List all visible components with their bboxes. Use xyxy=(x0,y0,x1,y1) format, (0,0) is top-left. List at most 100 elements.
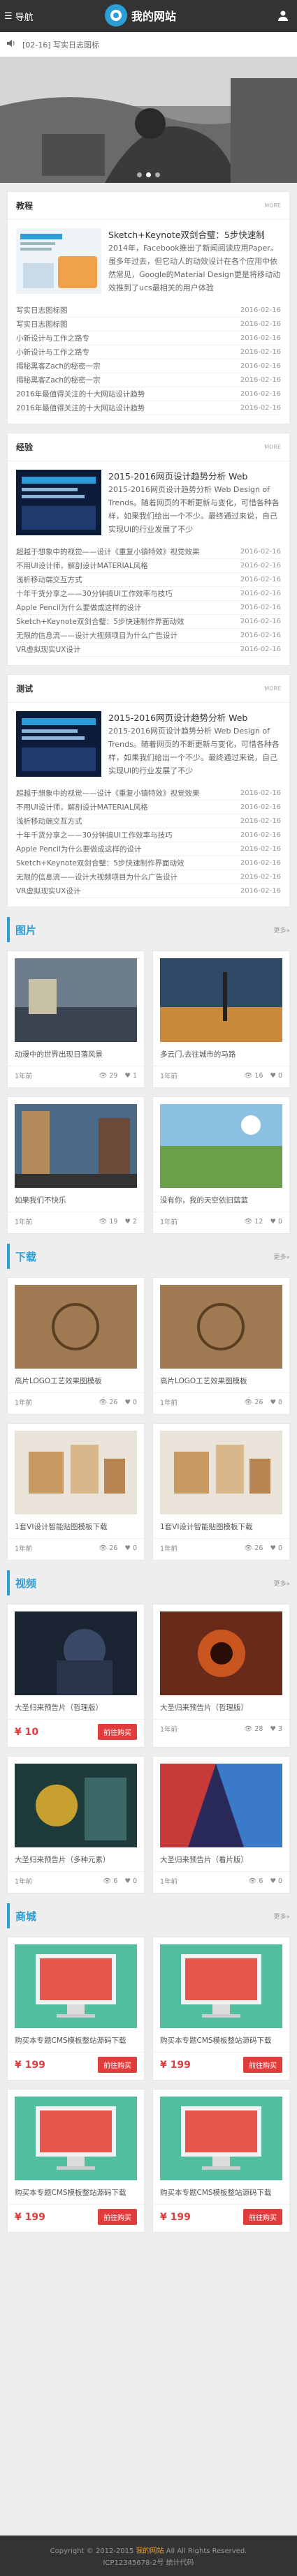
heart-icon[interactable]: ♥ 0 xyxy=(124,1399,137,1406)
product-card[interactable]: 购买本专题CMS模板整站源码下载 ¥ 199 前往购买 xyxy=(152,2089,290,2233)
card-image[interactable] xyxy=(15,2097,137,2180)
card-image[interactable] xyxy=(160,1285,282,1369)
heart-icon[interactable]: ♥ 2 xyxy=(124,1218,137,1226)
card-image[interactable] xyxy=(15,1285,137,1369)
list-item[interactable]: Apple Pencil为什么要做成这样的设计 2016-02-16 xyxy=(16,601,281,615)
featured-thumbnail[interactable] xyxy=(16,711,101,777)
card-image[interactable] xyxy=(160,1431,282,1514)
video-card[interactable]: 大圣归来预告片（哲理版） 1年前 👁 28 ♥ 3 xyxy=(152,1604,290,1748)
card-caption[interactable]: 1套VI设计智能贴图模板下载 xyxy=(8,1514,144,1538)
card-caption[interactable]: 1套VI设计智能贴图模板下载 xyxy=(153,1514,289,1538)
card-caption[interactable]: 如果我们不快乐 xyxy=(8,1188,144,1212)
list-item[interactable]: 小新设计与工作之路专 2016-02-16 xyxy=(16,332,281,345)
product-card[interactable]: 购买本专题CMS模板整站源码下载 ¥ 199 前往购买 xyxy=(7,1937,145,2080)
list-item[interactable]: 揭秘黑客Zach的秘密一宗 2016-02-16 xyxy=(16,373,281,387)
footer-site-link[interactable]: 我的网站 xyxy=(136,2547,164,2555)
list-item[interactable]: 十年千货分享之——30分钟搞UI工作效率与技巧 2016-02-16 xyxy=(16,587,281,601)
card-caption[interactable]: 动漫中的世界出现日落风景 xyxy=(8,1042,144,1066)
heart-icon[interactable]: ♥ 0 xyxy=(124,1877,137,1885)
list-item[interactable]: VR虚拟现实UX设计 2016-02-16 xyxy=(16,884,281,898)
featured-title[interactable]: 2015-2016网页设计趋势分析 Web xyxy=(108,711,281,724)
photo-card[interactable]: 动漫中的世界出现日落风景 1年前 👁 29 ♥ 1 xyxy=(7,951,145,1088)
card-image[interactable] xyxy=(160,1764,282,1847)
user-icon[interactable] xyxy=(277,10,289,23)
video-card[interactable]: 大圣归来预告片（哲理版） ¥ 10 前往购买 xyxy=(7,1604,145,1748)
download-card[interactable]: 1套VI设计智能贴图模板下载 1年前 👁 26 ♥ 0 xyxy=(152,1423,290,1561)
list-item[interactable]: 2016年最值得关注的十大网站设计趋势 2016-02-16 xyxy=(16,387,281,401)
list-item[interactable]: 小新设计与工作之路专 2016-02-16 xyxy=(16,345,281,359)
card-image[interactable] xyxy=(15,958,137,1042)
slider-dot[interactable] xyxy=(137,172,142,177)
list-item[interactable]: 十年千货分享之——30分钟搞UI工作效率与技巧 2016-02-16 xyxy=(16,828,281,842)
list-item[interactable]: 浅析移动端交互方式 2016-02-16 xyxy=(16,814,281,828)
nav-menu-button[interactable]: ☰ 导航 xyxy=(0,10,34,23)
featured-article[interactable]: 2015-2016网页设计趋势分析 Web 2015-2016网页设计趋势分析 … xyxy=(8,703,289,787)
card-image[interactable] xyxy=(15,1944,137,2028)
more-link[interactable]: MORE xyxy=(264,444,281,450)
product-card[interactable]: 购买本专题CMS模板整站源码下载 ¥ 199 前往购买 xyxy=(7,2089,145,2233)
heart-icon[interactable]: ♥ 0 xyxy=(270,1072,282,1080)
card-caption[interactable]: 高片LOGO工艺效果图模板 xyxy=(153,1369,289,1392)
buy-button[interactable]: 前往购买 xyxy=(243,2057,282,2073)
list-item[interactable]: 揭秘黑客Zach的秘密一宗 2016-02-16 xyxy=(16,359,281,373)
video-card[interactable]: 大圣归来预告片（多种元素） 1年前 👁 6 ♥ 0 xyxy=(7,1756,145,1893)
download-card[interactable]: 1套VI设计智能贴图模板下载 1年前 👁 26 ♥ 0 xyxy=(7,1423,145,1561)
featured-article[interactable]: 2015-2016网页设计趋势分析 Web 2015-2016网页设计趋势分析 … xyxy=(8,461,289,545)
photo-card[interactable]: 没有你，我的天空依旧蓝蓝 1年前 👁 12 ♥ 0 xyxy=(152,1096,290,1234)
list-item[interactable]: 无限的信息流——设计大视频项目为什么广告设计 2016-02-16 xyxy=(16,629,281,643)
hero-slider[interactable] xyxy=(0,57,297,183)
card-caption[interactable]: 没有你，我的天空依旧蓝蓝 xyxy=(153,1188,289,1212)
heart-icon[interactable]: ♥ 0 xyxy=(270,1399,282,1406)
heart-icon[interactable]: ♥ 0 xyxy=(270,1544,282,1552)
card-image[interactable] xyxy=(160,2097,282,2180)
list-item[interactable]: 写实日志图标图 2016-02-16 xyxy=(16,318,281,332)
card-image[interactable] xyxy=(15,1104,137,1188)
card-caption[interactable]: 购买本专题CMS模板整站源码下载 xyxy=(153,2028,289,2052)
card-image[interactable] xyxy=(160,958,282,1042)
list-item[interactable]: 浅析移动端交互方式 2016-02-16 xyxy=(16,573,281,587)
footer-icp[interactable]: ICP12345678-2号 统计代码 xyxy=(0,2557,297,2569)
photo-card[interactable]: 如果我们不快乐 1年前 👁 19 ♥ 2 xyxy=(7,1096,145,1234)
list-item[interactable]: 无限的信息流——设计大视频项目为什么广告设计 2016-02-16 xyxy=(16,870,281,884)
more-link[interactable]: 更多» xyxy=(273,1912,290,1921)
slider-dot-active[interactable] xyxy=(146,172,151,177)
featured-article[interactable]: Sketch+Keynote双剑合璧：5步快速制 2014年，Facebook推… xyxy=(8,220,289,304)
heart-icon[interactable]: ♥ 1 xyxy=(124,1072,137,1080)
featured-title[interactable]: Sketch+Keynote双剑合璧：5步快速制 xyxy=(108,228,281,241)
video-card[interactable]: 大圣归来预告片（看片版） 1年前 👁 6 ♥ 0 xyxy=(152,1756,290,1893)
list-item[interactable]: Sketch+Keynote双剑合璧：5步快速制作界面动效 2016-02-16 xyxy=(16,856,281,870)
card-caption[interactable]: 大圣归来预告片（看片版） xyxy=(153,1847,289,1871)
card-caption[interactable]: 大圣归来预告片（多种元素） xyxy=(8,1847,144,1871)
list-item[interactable]: 写实日志图标图 2016-02-16 xyxy=(16,304,281,318)
heart-icon[interactable]: ♥ 0 xyxy=(270,1877,282,1885)
card-caption[interactable]: 购买本专题CMS模板整站源码下载 xyxy=(8,2180,144,2204)
list-item[interactable]: 2016年最值得关注的十大网站设计趋势 2016-02-16 xyxy=(16,401,281,415)
card-caption[interactable]: 购买本专题CMS模板整站源码下载 xyxy=(153,2180,289,2204)
buy-button[interactable]: 前往购买 xyxy=(98,2057,137,2073)
card-image[interactable] xyxy=(15,1611,137,1695)
list-item[interactable]: VR虚拟现实UX设计 2016-02-16 xyxy=(16,643,281,657)
card-image[interactable] xyxy=(15,1764,137,1847)
card-image[interactable] xyxy=(160,1104,282,1188)
product-card[interactable]: 购买本专题CMS模板整站源码下载 ¥ 199 前往购买 xyxy=(152,1937,290,2080)
more-link[interactable]: MORE xyxy=(264,202,281,209)
site-brand[interactable]: 我的网站 xyxy=(105,4,176,27)
card-caption[interactable]: 多云门,去往城市的马路 xyxy=(153,1042,289,1066)
featured-thumbnail[interactable] xyxy=(16,228,101,294)
more-link[interactable]: MORE xyxy=(264,685,281,692)
buy-button[interactable]: 前往购买 xyxy=(243,2209,282,2225)
list-item[interactable]: Sketch+Keynote双剑合璧：5步快速制作界面动效 2016-02-16 xyxy=(16,615,281,629)
heart-icon[interactable]: ♥ 3 xyxy=(270,1725,282,1733)
buy-button[interactable]: 前往购买 xyxy=(98,2209,137,2225)
slider-dot[interactable] xyxy=(155,172,160,177)
featured-thumbnail[interactable] xyxy=(16,470,101,535)
more-link[interactable]: 更多» xyxy=(273,1252,290,1261)
list-item[interactable]: 超越于想象中的视觉——设计《重复小镇特效》视觉效果 2016-02-16 xyxy=(16,545,281,559)
list-item[interactable]: Apple Pencil为什么要做成这样的设计 2016-02-16 xyxy=(16,842,281,856)
photo-card[interactable]: 多云门,去往城市的马路 1年前 👁 16 ♥ 0 xyxy=(152,951,290,1088)
heart-icon[interactable]: ♥ 0 xyxy=(124,1544,137,1552)
more-link[interactable]: 更多» xyxy=(273,1579,290,1588)
download-card[interactable]: 高片LOGO工艺效果图模板 1年前 👁 26 ♥ 0 xyxy=(152,1277,290,1415)
card-caption[interactable]: 购买本专题CMS模板整站源码下载 xyxy=(8,2028,144,2052)
featured-title[interactable]: 2015-2016网页设计趋势分析 Web xyxy=(108,470,281,483)
